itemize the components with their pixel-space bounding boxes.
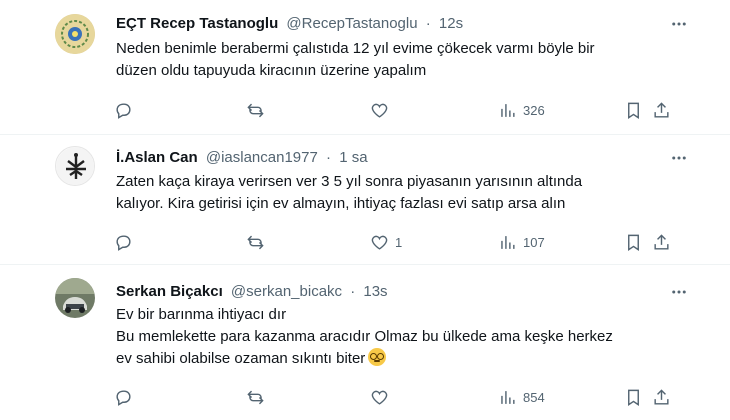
tweet-3[interactable]: Serkan Biçakcı @serkan_bicakc · 13s Ev b… <box>0 265 730 420</box>
reply-icon <box>116 102 131 119</box>
avatar[interactable] <box>55 146 95 186</box>
author-name[interactable]: İ.Aslan Can <box>116 149 198 166</box>
separator-dot: · <box>425 15 431 32</box>
tweet-text: Ev bir barınma ihtiyacı dır Bu memlekett… <box>116 304 696 370</box>
reply-icon <box>116 234 131 251</box>
share-button[interactable] <box>652 385 671 409</box>
author-name[interactable]: Serkan Biçakcı <box>116 283 223 300</box>
like-button[interactable] <box>370 98 395 122</box>
views-count: 326 <box>523 102 545 118</box>
author-handle[interactable]: @iaslancan1977 <box>206 149 318 166</box>
more-dots-icon <box>672 156 686 160</box>
views-button[interactable]: 326 <box>498 98 545 122</box>
views-button[interactable]: 854 <box>498 385 545 409</box>
tweet-2[interactable]: İ.Aslan Can @iaslancan1977 · 1 sa Zaten … <box>0 135 730 265</box>
tweet-line: Bu memlekette para kazanma aracıdır Olma… <box>116 328 613 345</box>
share-icon <box>654 388 669 405</box>
heart-icon <box>371 390 388 405</box>
tweet-header: Serkan Biçakcı @serkan_bicakc · 13s <box>116 282 388 302</box>
avatar[interactable] <box>55 14 95 54</box>
author-handle[interactable]: @serkan_bicakc <box>231 283 342 300</box>
avatar-image <box>55 14 95 54</box>
views-count: 854 <box>523 389 545 405</box>
bookmark-icon <box>628 389 639 406</box>
share-button[interactable] <box>652 230 671 254</box>
timestamp[interactable]: 13s <box>363 283 387 300</box>
nerd-face-emoji <box>368 348 387 366</box>
reply-button[interactable] <box>114 230 139 254</box>
avatar[interactable] <box>55 278 95 318</box>
repost-button[interactable] <box>246 230 271 254</box>
bookmark-button[interactable] <box>624 230 643 254</box>
tweet-line: kalıyor. Kira getirisi için ev almayın, … <box>116 195 566 212</box>
tweet-line: ev sahibi olabilse ozaman sıkıntı biter <box>116 348 696 370</box>
repost-icon <box>247 390 264 404</box>
views-chart-icon <box>501 235 515 249</box>
action-bar: 326 <box>104 98 669 122</box>
separator-dot: · <box>350 283 356 300</box>
views-chart-icon <box>501 390 515 404</box>
bookmark-icon <box>628 234 639 251</box>
more-button[interactable] <box>668 14 690 34</box>
reply-button[interactable] <box>114 385 139 409</box>
tweet-text: Zaten kaça kiraya verirsen ver 3 5 yıl s… <box>116 171 696 215</box>
separator-dot: · <box>326 149 332 166</box>
reply-button[interactable] <box>114 98 139 122</box>
views-button[interactable]: 107 <box>498 230 545 254</box>
more-button[interactable] <box>668 148 690 168</box>
more-dots-icon <box>672 22 686 26</box>
timestamp[interactable]: 1 sa <box>339 149 367 166</box>
share-icon <box>654 101 669 118</box>
author-name[interactable]: EÇT Recep Tastanoglu <box>116 15 278 32</box>
tweet-line-text: ev sahibi olabilse ozaman sıkıntı biter <box>116 350 366 367</box>
tweet-line: düzen oldu tapuyuda kiracının üzerine ya… <box>116 62 427 79</box>
reply-icon <box>116 389 131 406</box>
like-button[interactable]: 1 <box>370 230 402 254</box>
views-count: 107 <box>523 234 545 250</box>
avatar-image <box>55 278 95 318</box>
repost-button[interactable] <box>246 385 271 409</box>
repost-icon <box>247 235 264 249</box>
bookmark-icon <box>628 102 639 119</box>
author-handle[interactable]: @RecepTastanoglu <box>286 15 417 32</box>
action-bar: 854 <box>104 385 669 409</box>
heart-icon <box>371 235 388 250</box>
views-chart-icon <box>501 103 515 117</box>
bookmark-button[interactable] <box>624 385 643 409</box>
more-button[interactable] <box>668 282 690 302</box>
heart-icon <box>371 103 388 118</box>
bookmark-button[interactable] <box>624 98 643 122</box>
timestamp[interactable]: 12s <box>439 15 463 32</box>
tweet-header: EÇT Recep Tastanoglu @RecepTastanoglu · … <box>116 14 463 34</box>
tweet-line: Neden benimle berabermi çalıstıda 12 yıl… <box>116 40 595 57</box>
more-dots-icon <box>672 290 686 294</box>
share-icon <box>654 233 669 250</box>
tweet-text: Neden benimle berabermi çalıstıda 12 yıl… <box>116 38 696 82</box>
share-button[interactable] <box>652 98 671 122</box>
tweet-1[interactable]: EÇT Recep Tastanoglu @RecepTastanoglu · … <box>0 0 730 135</box>
like-count: 1 <box>395 234 403 250</box>
tweet-line: Ev bir barınma ihtiyacı dır <box>116 306 287 323</box>
tweet-header: İ.Aslan Can @iaslancan1977 · 1 sa <box>116 148 368 168</box>
repost-icon <box>247 103 264 117</box>
avatar-image <box>56 147 94 185</box>
like-button[interactable] <box>370 385 395 409</box>
tweet-line: Zaten kaça kiraya verirsen ver 3 5 yıl s… <box>116 173 583 190</box>
action-bar: 1 107 <box>104 230 669 254</box>
repost-button[interactable] <box>246 98 271 122</box>
